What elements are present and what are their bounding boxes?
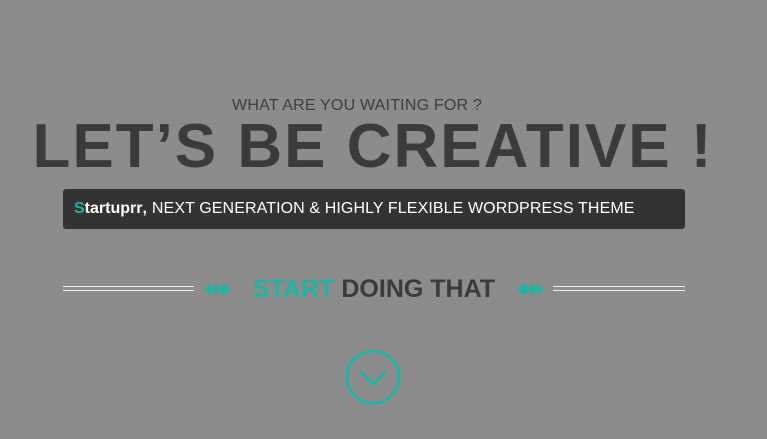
cta-accent-word: START bbox=[252, 275, 335, 303]
cta-rest-words: DOING THAT bbox=[341, 275, 496, 303]
brand-name: tartuprr bbox=[84, 200, 143, 217]
cta-divider-row: START DOING THAT bbox=[63, 272, 685, 306]
chevron-down-circle-icon[interactable] bbox=[345, 349, 401, 405]
double-arrow-right-icon bbox=[517, 282, 544, 296]
brand-comma: , bbox=[142, 200, 147, 217]
divider-rule-right bbox=[553, 286, 685, 291]
tagline-bar: Startuprr, NEXT GENERATION & HIGHLY FLEXI… bbox=[63, 189, 685, 229]
tagline-text: NEXT GENERATION & HIGHLY FLEXIBLE WORDPR… bbox=[151, 200, 635, 217]
brand-first-letter: S bbox=[74, 200, 85, 217]
hero-section: WHAT ARE YOU WAITING FOR ? LET’S BE CREA… bbox=[0, 0, 767, 439]
hero-headline: LET’S BE CREATIVE ! bbox=[32, 112, 714, 181]
